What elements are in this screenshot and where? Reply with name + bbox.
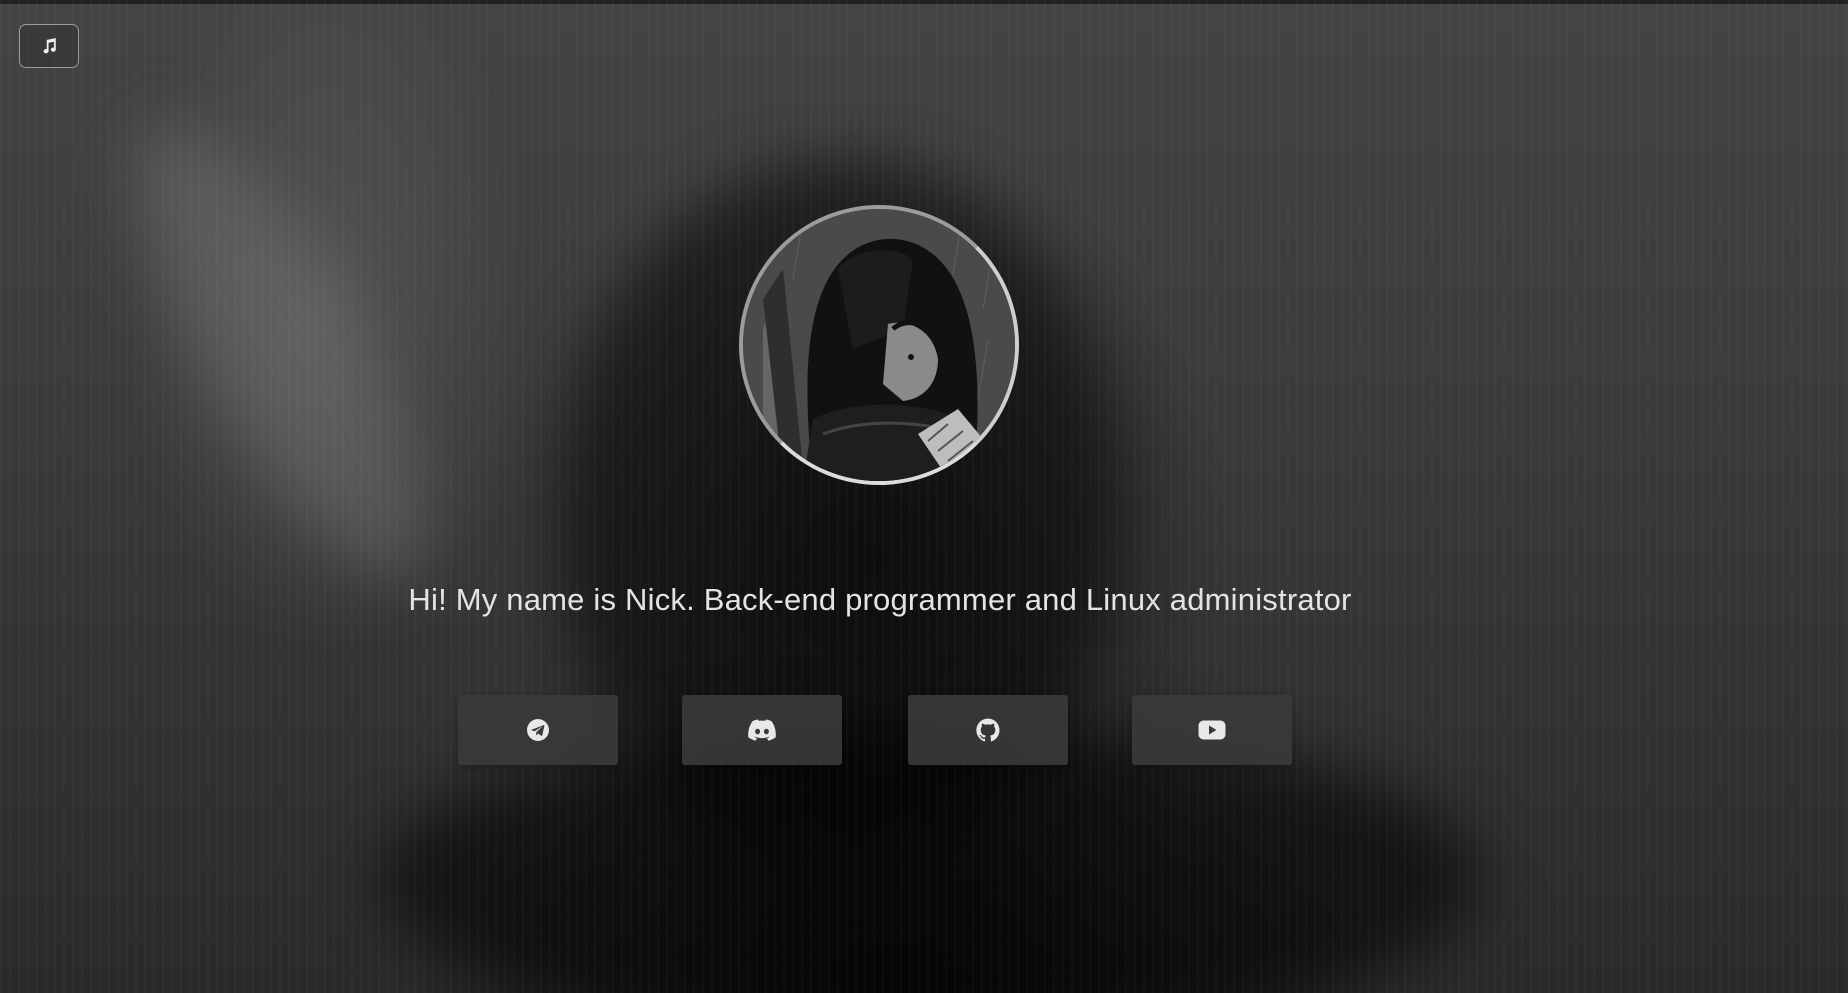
- youtube-link-button[interactable]: [1132, 695, 1292, 765]
- hooded-swordsman-avatar: [743, 209, 1015, 481]
- github-icon: [976, 718, 1000, 742]
- music-note-icon: [43, 38, 56, 54]
- telegram-icon: [527, 719, 549, 741]
- intro-text: Hi! My name is Nick. Back-end programmer…: [408, 582, 1352, 617]
- discord-link-button[interactable]: [682, 695, 842, 765]
- telegram-link-button[interactable]: [458, 695, 618, 765]
- youtube-icon: [1198, 720, 1226, 740]
- profile-avatar: [739, 205, 1019, 485]
- top-bar: [0, 0, 1848, 4]
- page: Hi! My name is Nick. Back-end programmer…: [0, 0, 1848, 993]
- music-toggle-button[interactable]: [19, 24, 79, 68]
- github-link-button[interactable]: [908, 695, 1068, 765]
- background-sword-shape: [80, 84, 480, 616]
- discord-icon: [748, 719, 776, 741]
